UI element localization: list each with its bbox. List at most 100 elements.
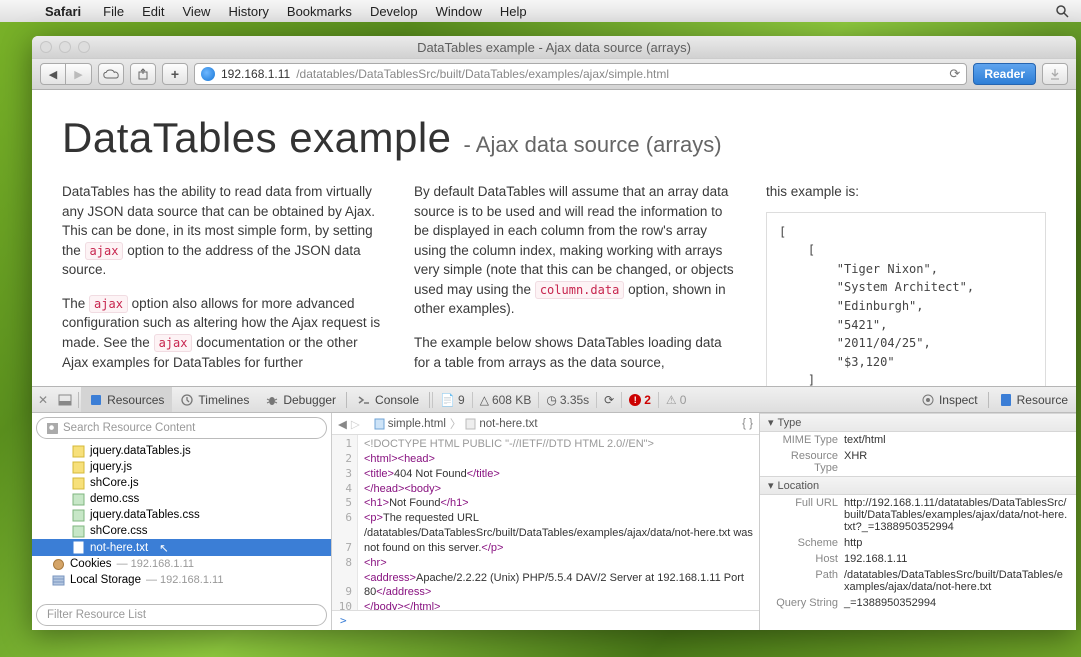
crumb-back[interactable]: ◀ [338, 417, 347, 431]
tab-timelines[interactable]: Timelines [172, 387, 257, 412]
menu-help[interactable]: Help [491, 4, 536, 19]
tree-file-css[interactable]: jquery.dataTables.css [32, 507, 331, 523]
download-button[interactable] [1042, 63, 1068, 85]
stat-documents: 📄9 [432, 392, 472, 408]
js-file-icon [72, 445, 85, 458]
reader-button[interactable]: Reader [973, 63, 1036, 85]
menu-view[interactable]: View [174, 4, 220, 19]
menu-history[interactable]: History [219, 4, 277, 19]
menu-window[interactable]: Window [427, 4, 491, 19]
intro-paragraph-3: By default DataTables will assume that a… [414, 182, 738, 319]
host-value: 192.168.1.11 [844, 553, 1068, 565]
cursor-icon: ↖ [159, 541, 169, 555]
resource-type-value: XHR [844, 450, 1068, 474]
code-ajax: ajax [89, 295, 128, 313]
resource-icon [999, 393, 1013, 407]
forward-button[interactable]: ▶ [66, 63, 92, 85]
add-bookmark-button[interactable]: + [162, 63, 188, 85]
filter-resource-input[interactable]: Filter Resource List [36, 604, 327, 626]
tab-console[interactable]: Console [349, 387, 427, 412]
section-type[interactable]: ▾Type [760, 413, 1076, 432]
stat-warnings[interactable]: ⚠0 [658, 392, 693, 408]
console-icon [357, 393, 371, 407]
share-button[interactable] [130, 63, 156, 85]
disclosure-triangle-icon: ▾ [768, 479, 774, 492]
tree-file-txt-selected[interactable]: not-here.txt ↖ [32, 539, 331, 556]
disclosure-triangle-icon: ▾ [768, 416, 774, 429]
pretty-print-button[interactable]: { } [742, 418, 753, 430]
example-label: this example is: [766, 182, 1046, 202]
json-example: [ [ "Tiger Nixon", "System Architect", "… [766, 212, 1046, 386]
menu-bookmarks[interactable]: Bookmarks [278, 4, 361, 19]
tree-file-css[interactable]: demo.css [32, 491, 331, 507]
tree-cookies[interactable]: Cookies — 192.168.1.11 [32, 556, 331, 572]
txt-file-icon [72, 541, 85, 554]
cookies-icon [52, 558, 65, 571]
stat-reload[interactable]: ⟳ [596, 392, 621, 408]
browser-toolbar: ◀ ▶ + 192.168.1.11/datatables/DataTables… [32, 58, 1076, 90]
source-panel: ◀ ▷ simple.html 〉 not-here.txt { } 12345… [332, 413, 760, 630]
crumb-simple-html[interactable]: simple.html [374, 418, 446, 430]
css-file-icon [72, 525, 85, 538]
error-icon: ! [629, 394, 641, 406]
size-icon: △ [480, 393, 489, 407]
code-column-data: column.data [535, 281, 624, 299]
osx-menubar: Safari File Edit View History Bookmarks … [0, 0, 1081, 22]
code-ajax: ajax [154, 334, 193, 352]
web-inspector: ✕ Resources Timelines Debugger Console [32, 386, 1076, 630]
window-title: DataTables example - Ajax data source (a… [32, 40, 1076, 55]
url-host: 192.168.1.11 [221, 67, 290, 81]
css-file-icon [72, 493, 85, 506]
page-content: DataTables example - Ajax data source (a… [32, 90, 1076, 386]
dock-button[interactable] [54, 387, 76, 412]
menu-edit[interactable]: Edit [133, 4, 173, 19]
page-subtitle: - Ajax data source (arrays) [464, 132, 722, 158]
section-location[interactable]: ▾Location [760, 476, 1076, 495]
address-bar[interactable]: 192.168.1.11/datatables/DataTablesSrc/bu… [194, 63, 967, 85]
mime-type-value: text/html [844, 434, 1068, 446]
site-icon [201, 67, 215, 81]
tree-local-storage[interactable]: Local Storage — 192.168.1.11 [32, 572, 331, 588]
back-button[interactable]: ◀ [40, 63, 66, 85]
page-title: DataTables example [62, 114, 452, 162]
intro-paragraph-2: The ajax option also allows for more adv… [62, 294, 386, 372]
tree-file-js[interactable]: jquery.dataTables.js [32, 443, 331, 459]
tree-file-css[interactable]: shCore.css [32, 523, 331, 539]
resources-icon [89, 393, 103, 407]
js-file-icon [72, 477, 85, 490]
spotlight-icon[interactable] [1055, 4, 1069, 18]
intro-paragraph-1: DataTables has the ability to read data … [62, 182, 386, 280]
safari-window: DataTables example - Ajax data source (a… [32, 36, 1076, 630]
tab-debugger[interactable]: Debugger [257, 387, 344, 412]
reload-button[interactable]: ⟳ [949, 66, 960, 82]
tab-inspect[interactable]: Inspect [913, 387, 986, 412]
crumb-not-here-txt[interactable]: not-here.txt [465, 418, 537, 430]
scheme-value: http [844, 537, 1068, 549]
menu-file[interactable]: File [94, 4, 133, 19]
stat-size: △608 KB [472, 392, 539, 408]
stat-time: ◷3.35s [538, 392, 596, 408]
console-prompt[interactable]: > [332, 610, 759, 630]
crumb-forward[interactable]: ▷ [351, 417, 360, 431]
resource-sidebar: Search Resource Content jquery.dataTable… [32, 413, 332, 630]
tree-file-js[interactable]: shCore.js [32, 475, 331, 491]
query-string-value: _=1388950352994 [844, 597, 1068, 609]
js-file-icon [72, 461, 85, 474]
tab-resource-detail[interactable]: Resource [991, 387, 1076, 412]
resource-details: ▾Type MIME Typetext/html Resource TypeXH… [760, 413, 1076, 630]
close-inspector-button[interactable]: ✕ [32, 387, 54, 412]
debugger-icon [265, 393, 279, 407]
inspector-toolbar: ✕ Resources Timelines Debugger Console [32, 387, 1076, 413]
search-resource-input[interactable]: Search Resource Content [36, 417, 327, 439]
window-titlebar[interactable]: DataTables example - Ajax data source (a… [32, 36, 1076, 58]
inspect-icon [921, 393, 935, 407]
css-file-icon [72, 509, 85, 522]
stat-errors[interactable]: !2 [621, 392, 658, 408]
tab-resources[interactable]: Resources [81, 387, 172, 412]
icloud-tabs-button[interactable] [98, 63, 124, 85]
app-name[interactable]: Safari [36, 4, 90, 19]
menu-develop[interactable]: Develop [361, 4, 427, 19]
tree-file-js[interactable]: jquery.js [32, 459, 331, 475]
url-path: /datatables/DataTablesSrc/built/DataTabl… [296, 67, 669, 81]
source-code[interactable]: <!DOCTYPE HTML PUBLIC "-//IETF//DTD HTML… [358, 435, 759, 610]
